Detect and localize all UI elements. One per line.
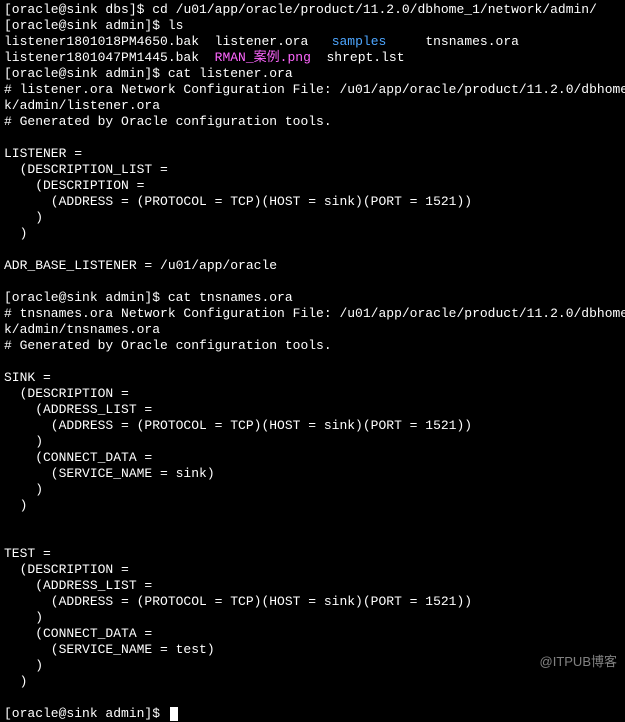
file-content-line: (DESCRIPTION = [4, 562, 621, 578]
directory-name: samples [332, 34, 387, 49]
file-content-line [4, 690, 621, 706]
file-content-line: ) [4, 434, 621, 450]
file-content-line [4, 514, 621, 530]
prompt-text: [oracle@sink admin]$ [4, 66, 168, 81]
command-text: cat listener.ora [168, 66, 293, 81]
file-content-line: ) [4, 610, 621, 626]
prompt-text: [oracle@sink admin]$ [4, 18, 168, 33]
prompt-text: [oracle@sink admin]$ [4, 706, 168, 721]
file-content-line: ) [4, 658, 621, 674]
cursor-icon [170, 707, 178, 721]
command-text: ls [168, 18, 184, 33]
file-content-line: (DESCRIPTION = [4, 386, 621, 402]
file-content-line: ) [4, 210, 621, 226]
spacer [199, 34, 215, 49]
file-content-line: (DESCRIPTION_LIST = [4, 162, 621, 178]
file-content-line: (DESCRIPTION = [4, 178, 621, 194]
file-content-line: ADR_BASE_LISTENER = /u01/app/oracle [4, 258, 621, 274]
watermark-text: @ITPUB博客 [540, 654, 617, 670]
file-content-line: (CONNECT_DATA = [4, 626, 621, 642]
file-content-line [4, 242, 621, 258]
file-content-line: LISTENER = [4, 146, 621, 162]
file-content-line: (ADDRESS_LIST = [4, 402, 621, 418]
file-content-line: # Generated by Oracle configuration tool… [4, 338, 621, 354]
file-content-line: (ADDRESS_LIST = [4, 578, 621, 594]
file-content-line: ) [4, 226, 621, 242]
prompt-line: [oracle@sink admin]$ cat tnsnames.ora [4, 290, 621, 306]
ls-row-2: listener1801047PM1445.bak RMAN_案例.png sh… [4, 50, 621, 66]
file-content-line: # Generated by Oracle configuration tool… [4, 114, 621, 130]
prompt-line: [oracle@sink admin]$ cat listener.ora [4, 66, 621, 82]
file-name: listener.ora [215, 34, 309, 49]
file-content-line: k/admin/tnsnames.ora [4, 322, 621, 338]
command-text: cd /u01/app/oracle/product/11.2.0/dbhome… [152, 2, 597, 17]
prompt-line-active[interactable]: [oracle@sink admin]$ [4, 706, 621, 722]
prompt-text: [oracle@sink dbs]$ [4, 2, 152, 17]
file-content-line: (ADDRESS = (PROTOCOL = TCP)(HOST = sink)… [4, 594, 621, 610]
command-text: cat tnsnames.ora [168, 290, 293, 305]
prompt-line: [oracle@sink dbs]$ cd /u01/app/oracle/pr… [4, 2, 621, 18]
file-content-line: (ADDRESS = (PROTOCOL = TCP)(HOST = sink)… [4, 194, 621, 210]
file-content-line [4, 530, 621, 546]
file-content-line: # tnsnames.ora Network Configuration Fil… [4, 306, 621, 322]
spacer [311, 50, 327, 65]
prompt-line: [oracle@sink admin]$ ls [4, 18, 621, 34]
spacer [199, 50, 215, 65]
prompt-text: [oracle@sink admin]$ [4, 290, 168, 305]
file-content-line [4, 274, 621, 290]
file-content-line: SINK = [4, 370, 621, 386]
file-name: shrept.lst [326, 50, 404, 65]
file-name: listener1801018PM4650.bak [4, 34, 199, 49]
image-file-name: RMAN_案例.png [215, 50, 311, 65]
file-content-line: (SERVICE_NAME = test) [4, 642, 621, 658]
terminal-output: [oracle@sink dbs]$ cd /u01/app/oracle/pr… [4, 2, 621, 722]
file-content-line: (CONNECT_DATA = [4, 450, 621, 466]
file-content-line: ) [4, 674, 621, 690]
ls-row-1: listener1801018PM4650.bak listener.ora s… [4, 34, 621, 50]
file-content-line: k/admin/listener.ora [4, 98, 621, 114]
file-content-line: (ADDRESS = (PROTOCOL = TCP)(HOST = sink)… [4, 418, 621, 434]
file-content-line [4, 130, 621, 146]
file-content-line: ) [4, 482, 621, 498]
file-content-line [4, 354, 621, 370]
file-name: listener1801047PM1445.bak [4, 50, 199, 65]
file-content-line: (SERVICE_NAME = sink) [4, 466, 621, 482]
file-name: tnsnames.ora [425, 34, 519, 49]
file-content-line: TEST = [4, 546, 621, 562]
file-content-line: ) [4, 498, 621, 514]
file-content-line: # listener.ora Network Configuration Fil… [4, 82, 621, 98]
spacer [386, 34, 425, 49]
spacer [308, 34, 331, 49]
